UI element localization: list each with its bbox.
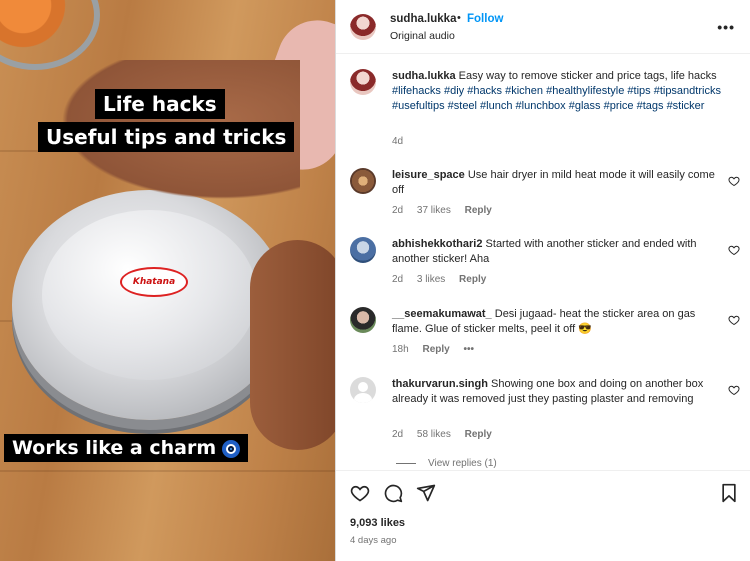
- comment-text: thakurvarun.singh Showing one box and do…: [392, 377, 722, 407]
- audio-label[interactable]: Original audio: [390, 30, 455, 42]
- comment-text: leisure_space Use hair dryer in mild hea…: [392, 168, 722, 198]
- follow-button[interactable]: Follow: [467, 13, 503, 25]
- avatar[interactable]: [350, 377, 376, 403]
- heart-icon[interactable]: [728, 175, 740, 187]
- post-detail-panel: sudha.lukka • Follow Original audio ••• …: [335, 0, 750, 561]
- overlay-text-label: Works like a charm: [12, 437, 217, 459]
- comment-icon[interactable]: [383, 483, 403, 503]
- comment-text: abhishekkothari2 Started with another st…: [392, 237, 722, 267]
- comment-username[interactable]: thakurvarun.singh: [392, 378, 488, 390]
- post-header: sudha.lukka • Follow Original audio •••: [336, 0, 750, 54]
- caption-body: Easy way to remove sticker and price tag…: [458, 70, 717, 82]
- avatar[interactable]: [350, 14, 376, 40]
- overlay-text-works-like-charm: Works like a charm: [4, 434, 249, 462]
- sticker-label: Khatana: [120, 267, 188, 297]
- wood-grain: [0, 470, 335, 472]
- share-icon[interactable]: [416, 483, 436, 503]
- comment-age: 2d: [392, 429, 404, 440]
- more-horizontal-icon[interactable]: •••: [717, 19, 735, 35]
- view-replies-label: View replies (1): [428, 458, 497, 469]
- comment-meta: 18h Reply •••: [392, 344, 485, 355]
- reply-button[interactable]: Reply: [465, 429, 492, 440]
- heart-icon[interactable]: [350, 483, 370, 503]
- caption-username[interactable]: sudha.lukka: [392, 70, 456, 82]
- caption-hashtags[interactable]: #lifehacks #diy #hacks #kichen #healthyl…: [392, 85, 721, 112]
- heart-icon[interactable]: [728, 384, 740, 396]
- evil-eye-icon: [222, 439, 241, 458]
- overlay-text-life-hacks: Life hacks: [95, 89, 225, 119]
- avatar[interactable]: [350, 168, 376, 194]
- reply-divider: [396, 462, 416, 464]
- comment-meta: 2d 37 likes Reply: [392, 205, 503, 216]
- likes-count[interactable]: 9,093 likes: [350, 517, 405, 529]
- header-username[interactable]: sudha.lukka: [390, 13, 456, 25]
- avatar[interactable]: [350, 307, 376, 333]
- comment-text: __seemakumawat_ Desi jugaad- heat the st…: [392, 307, 722, 337]
- reply-button[interactable]: Reply: [459, 274, 486, 285]
- post-media-video[interactable]: Khatana Life hacks Useful tips and trick…: [0, 0, 335, 561]
- comment-meta: 2d 58 likes Reply: [392, 429, 503, 440]
- reply-button[interactable]: Reply: [422, 344, 449, 355]
- caption-age[interactable]: 4d: [392, 136, 403, 147]
- hand-image: [250, 240, 335, 450]
- heart-icon[interactable]: [728, 244, 740, 256]
- post-timestamp[interactable]: 4 days ago: [350, 535, 396, 546]
- bookmark-icon[interactable]: [719, 483, 739, 503]
- heart-icon[interactable]: [728, 314, 740, 326]
- view-replies-button[interactable]: View replies (1): [396, 458, 497, 469]
- caption-meta: 4d: [392, 136, 414, 147]
- comment-username[interactable]: leisure_space: [392, 169, 465, 181]
- comment-age: 2d: [392, 205, 404, 216]
- caption-text: sudha.lukka Easy way to remove sticker a…: [392, 69, 722, 114]
- comment-username[interactable]: __seemakumawat_: [392, 308, 492, 320]
- steel-tin-image: [12, 190, 287, 420]
- post-actions: 9,093 likes 4 days ago: [336, 470, 750, 561]
- comment-likes[interactable]: 37 likes: [417, 205, 451, 216]
- reply-button[interactable]: Reply: [465, 205, 492, 216]
- comment-age: 2d: [392, 274, 404, 285]
- comment-likes[interactable]: 3 likes: [417, 274, 445, 285]
- overlay-text-useful-tips: Useful tips and tricks: [38, 122, 295, 152]
- comment-meta: 2d 3 likes Reply: [392, 274, 497, 285]
- comment-likes[interactable]: 58 likes: [417, 429, 451, 440]
- comment-username[interactable]: abhishekkothari2: [392, 238, 482, 250]
- comment-options-button[interactable]: •••: [463, 344, 474, 355]
- avatar[interactable]: [350, 69, 376, 95]
- separator-dot: •: [457, 12, 461, 24]
- comment-age: 18h: [392, 344, 409, 355]
- avatar[interactable]: [350, 237, 376, 263]
